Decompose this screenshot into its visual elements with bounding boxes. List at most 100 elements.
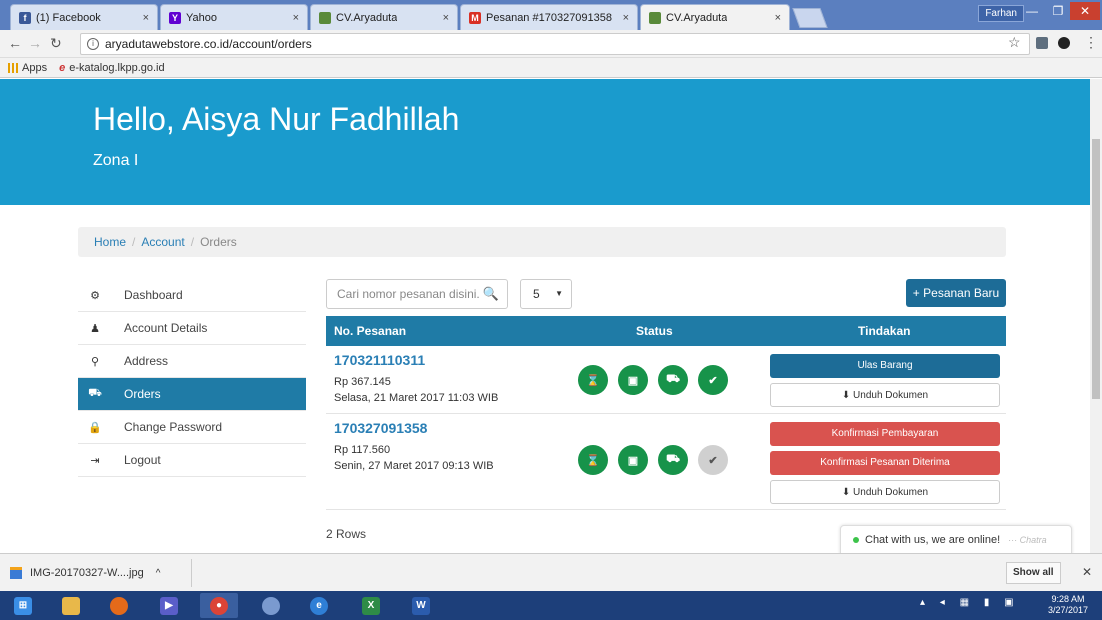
tab-close-icon[interactable]: × bbox=[617, 12, 629, 24]
taskbar-clock[interactable]: 9:28 AM 3/27/2017 bbox=[1048, 594, 1088, 616]
chat-brand: ··· Chatra bbox=[1008, 535, 1047, 545]
browser-tab[interactable]: Y Yahoo × bbox=[160, 4, 308, 30]
word-icon: W bbox=[412, 596, 430, 615]
browser-toolbar: ← → ↻ i aryadutawebstore.co.id/account/o… bbox=[0, 30, 1102, 58]
breadcrumb-current: Orders bbox=[200, 235, 237, 249]
sidebar-item-label: Change Password bbox=[124, 420, 223, 434]
close-downloads-icon[interactable]: ✕ bbox=[1082, 565, 1092, 579]
check-icon: ✔ bbox=[698, 445, 728, 475]
sidebar-item-dashboard[interactable]: ⚙ Dashboard bbox=[78, 279, 306, 312]
taskbar-chrome[interactable]: ● bbox=[200, 593, 238, 618]
browser-tab[interactable]: f (1) Facebook × bbox=[10, 4, 158, 30]
order-id-link[interactable]: 170321110311 bbox=[334, 352, 425, 368]
bookmark-star-icon[interactable]: ☆ bbox=[1008, 34, 1021, 51]
minimize-icon[interactable]: — bbox=[1020, 2, 1044, 20]
konfirmasi-pesanan-diterima-button[interactable]: Konfirmasi Pesanan Diterima bbox=[770, 451, 1000, 475]
order-price: Rp 117.560 bbox=[334, 444, 391, 456]
taskbar-media[interactable]: ▶ bbox=[150, 593, 188, 618]
bookmark-apps[interactable]: Apps bbox=[8, 62, 47, 74]
menu-icon[interactable]: ⋮ bbox=[1084, 34, 1098, 51]
browser-tab-strip: f (1) Facebook × Y Yahoo × CV.Aryaduta × M Pesana… bbox=[0, 0, 1102, 30]
tab-close-icon[interactable]: × bbox=[287, 12, 299, 24]
breadcrumb-separator: / bbox=[190, 235, 195, 249]
tab-close-icon[interactable]: × bbox=[437, 12, 449, 24]
page-title: Hello, Aisya Nur Fadhillah bbox=[93, 101, 460, 137]
firefox-icon bbox=[110, 596, 128, 615]
sidebar-item-change-password[interactable]: 🔒 Change Password bbox=[78, 411, 306, 444]
excel-icon: X bbox=[362, 596, 380, 615]
system-tray[interactable]: ▴ ◂ ▦ ▮ ▣ bbox=[920, 597, 1020, 608]
sidebar-item-account-details[interactable]: ♟ Account Details bbox=[78, 312, 306, 345]
new-order-button[interactable]: + Pesanan Baru bbox=[906, 279, 1006, 307]
page-size-select[interactable]: 5 ▼ bbox=[520, 279, 572, 309]
tab-title: CV.Aryaduta bbox=[336, 11, 398, 24]
profile-button[interactable]: Farhan bbox=[978, 5, 1024, 22]
breadcrumb: Home / Account / Orders bbox=[78, 227, 1006, 257]
breadcrumb-account[interactable]: Account bbox=[141, 235, 184, 249]
reload-icon[interactable]: ↻ bbox=[50, 35, 62, 52]
image-file-icon bbox=[10, 567, 22, 579]
table-row: 170321110311 Rp 367.145 Selasa, 21 Maret 2… bbox=[326, 346, 1006, 414]
search-icon[interactable]: 🔍 bbox=[483, 286, 499, 302]
back-icon[interactable]: ← bbox=[8, 35, 22, 51]
address-bar[interactable]: i aryadutawebstore.co.id/account/orders bbox=[80, 33, 1030, 55]
site-icon bbox=[319, 11, 331, 24]
taskbar-word[interactable]: W bbox=[402, 593, 440, 618]
start-button[interactable]: ⊞ bbox=[4, 593, 42, 618]
breadcrumb-home[interactable]: Home bbox=[94, 235, 126, 249]
sidebar-item-label: Dashboard bbox=[124, 288, 183, 302]
downloads-bar: IMG-20170327-W....jpg ^ Show all ✕ bbox=[0, 553, 1102, 591]
unduh-dokumen-button[interactable]: ⬇ Unduh Dokumen bbox=[770, 383, 1000, 407]
unduh-dokumen-button[interactable]: ⬇ Unduh Dokumen bbox=[770, 480, 1000, 504]
browser-tab[interactable]: M Pesanan #170327091358 × bbox=[460, 4, 638, 30]
tab-title: Yahoo bbox=[186, 11, 217, 24]
yahoo-icon: Y bbox=[169, 11, 181, 24]
bookmarks-bar: Apps e e-katalog.lkpp.go.id bbox=[0, 58, 1102, 78]
new-tab-button[interactable] bbox=[792, 8, 828, 28]
taskbar-excel[interactable]: X bbox=[352, 593, 390, 618]
bookmark-ekatalog[interactable]: e e-katalog.lkpp.go.id bbox=[59, 62, 165, 74]
chevron-up-icon[interactable]: ^ bbox=[156, 568, 161, 579]
taskbar-explorer[interactable] bbox=[52, 593, 90, 618]
download-item[interactable]: IMG-20170327-W....jpg ^ bbox=[10, 559, 192, 587]
taskbar-ie[interactable]: e bbox=[300, 593, 338, 618]
table-row: 170327091358 Rp 117.560 Senin, 27 Maret 20… bbox=[326, 414, 1006, 510]
zone-label: Zona I bbox=[93, 152, 139, 169]
chrome-icon: ● bbox=[210, 596, 228, 615]
taskbar-app[interactable] bbox=[252, 593, 290, 618]
truck-icon: ⛟ bbox=[658, 445, 688, 475]
browser-tab[interactable]: CV.Aryaduta × bbox=[640, 4, 790, 30]
money-icon: ▣ bbox=[618, 445, 648, 475]
scrollbar-thumb[interactable] bbox=[1092, 139, 1100, 399]
konfirmasi-pembayaran-button[interactable]: Konfirmasi Pembayaran bbox=[770, 422, 1000, 446]
breadcrumb-separator: / bbox=[132, 235, 136, 249]
extension-icon[interactable] bbox=[1036, 37, 1048, 49]
order-date: Senin, 27 Maret 2017 09:13 WIB bbox=[334, 460, 494, 472]
search-input[interactable]: Cari nomor pesanan disini. 🔍 bbox=[326, 279, 508, 309]
forward-icon[interactable]: → bbox=[28, 35, 42, 51]
order-id-link[interactable]: 170327091358 bbox=[334, 420, 427, 436]
restore-icon[interactable]: ❐ bbox=[1046, 2, 1070, 20]
search-placeholder: Cari nomor pesanan disini. bbox=[337, 287, 480, 301]
lock-icon: 🔒 bbox=[88, 421, 102, 434]
taskbar-firefox[interactable] bbox=[100, 593, 138, 618]
sidebar-item-orders[interactable]: ⛟ Orders bbox=[78, 378, 306, 411]
clock-date: 3/27/2017 bbox=[1048, 605, 1089, 615]
ulas-barang-button[interactable]: Ulas Barang bbox=[770, 354, 1000, 378]
page-scrollbar[interactable] bbox=[1090, 79, 1102, 553]
logout-icon: ⇥ bbox=[90, 454, 100, 467]
info-icon[interactable]: i bbox=[87, 38, 99, 50]
window-close-icon[interactable]: ✕ bbox=[1070, 2, 1100, 20]
cart-icon: ⛟ bbox=[88, 387, 102, 399]
browser-tab[interactable]: CV.Aryaduta × bbox=[310, 4, 458, 30]
sidebar-item-logout[interactable]: ⇥ Logout bbox=[78, 444, 306, 477]
tab-close-icon[interactable]: × bbox=[769, 12, 781, 24]
extension-icon[interactable] bbox=[1058, 37, 1070, 49]
page-size-value: 5 bbox=[533, 287, 540, 301]
hero-banner: Hello, Aisya Nur Fadhillah Zona I bbox=[0, 79, 1090, 205]
sidebar-item-address[interactable]: ⚲ Address bbox=[78, 345, 306, 378]
show-all-button[interactable]: Show all bbox=[1006, 562, 1061, 584]
tab-close-icon[interactable]: × bbox=[137, 12, 149, 24]
app-icon bbox=[262, 596, 280, 615]
chat-widget[interactable]: Chat with us, we are online! ··· Chatra bbox=[840, 525, 1072, 553]
